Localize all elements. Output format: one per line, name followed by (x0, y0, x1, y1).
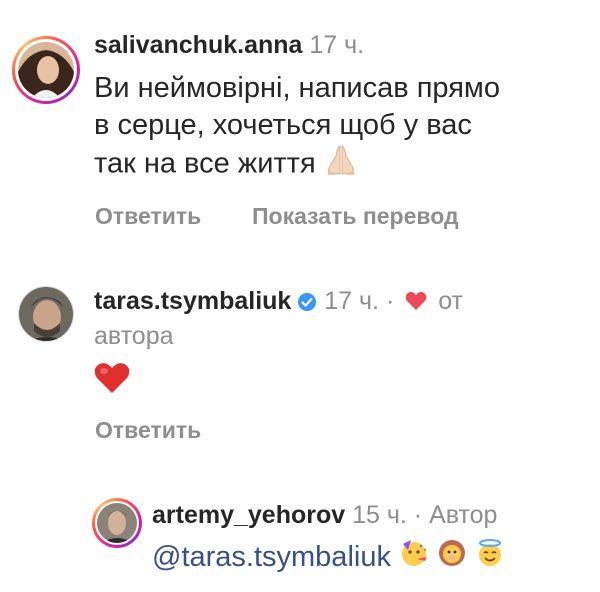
username[interactable]: taras.tsymbaliuk (94, 287, 291, 315)
avatar[interactable] (18, 42, 74, 98)
reply-button[interactable]: Ответить (95, 203, 201, 230)
timestamp: 17 ч. (324, 287, 380, 315)
username[interactable]: salivanchuk.anna (94, 31, 302, 59)
avatar[interactable] (97, 503, 137, 543)
partying-face-icon (399, 538, 429, 578)
liked-by-author-label: от (438, 287, 464, 315)
timestamp: 17 ч. (309, 31, 365, 59)
praying-hands-icon (324, 144, 358, 186)
username[interactable]: artemy_yehorov (152, 501, 345, 529)
author-label: Автор (429, 501, 498, 529)
heart-icon (405, 288, 427, 318)
liked-by-author-label-cont: автора (94, 322, 174, 350)
show-translation-button[interactable]: Показать перевод (252, 203, 459, 230)
comment-text: Ви неймовірні, написав прямо в серце, хо… (94, 70, 574, 186)
reply-button[interactable]: Ответить (95, 417, 201, 444)
lion-face-icon (437, 538, 467, 578)
red-heart-icon (94, 362, 130, 399)
smiling-face-with-halo-icon (475, 538, 505, 578)
timestamp: 15 ч. (352, 501, 407, 529)
verified-badge-icon (297, 289, 317, 319)
mention-link[interactable]: @taras.tsymbaliuk (152, 541, 391, 573)
avatar[interactable] (18, 286, 74, 342)
